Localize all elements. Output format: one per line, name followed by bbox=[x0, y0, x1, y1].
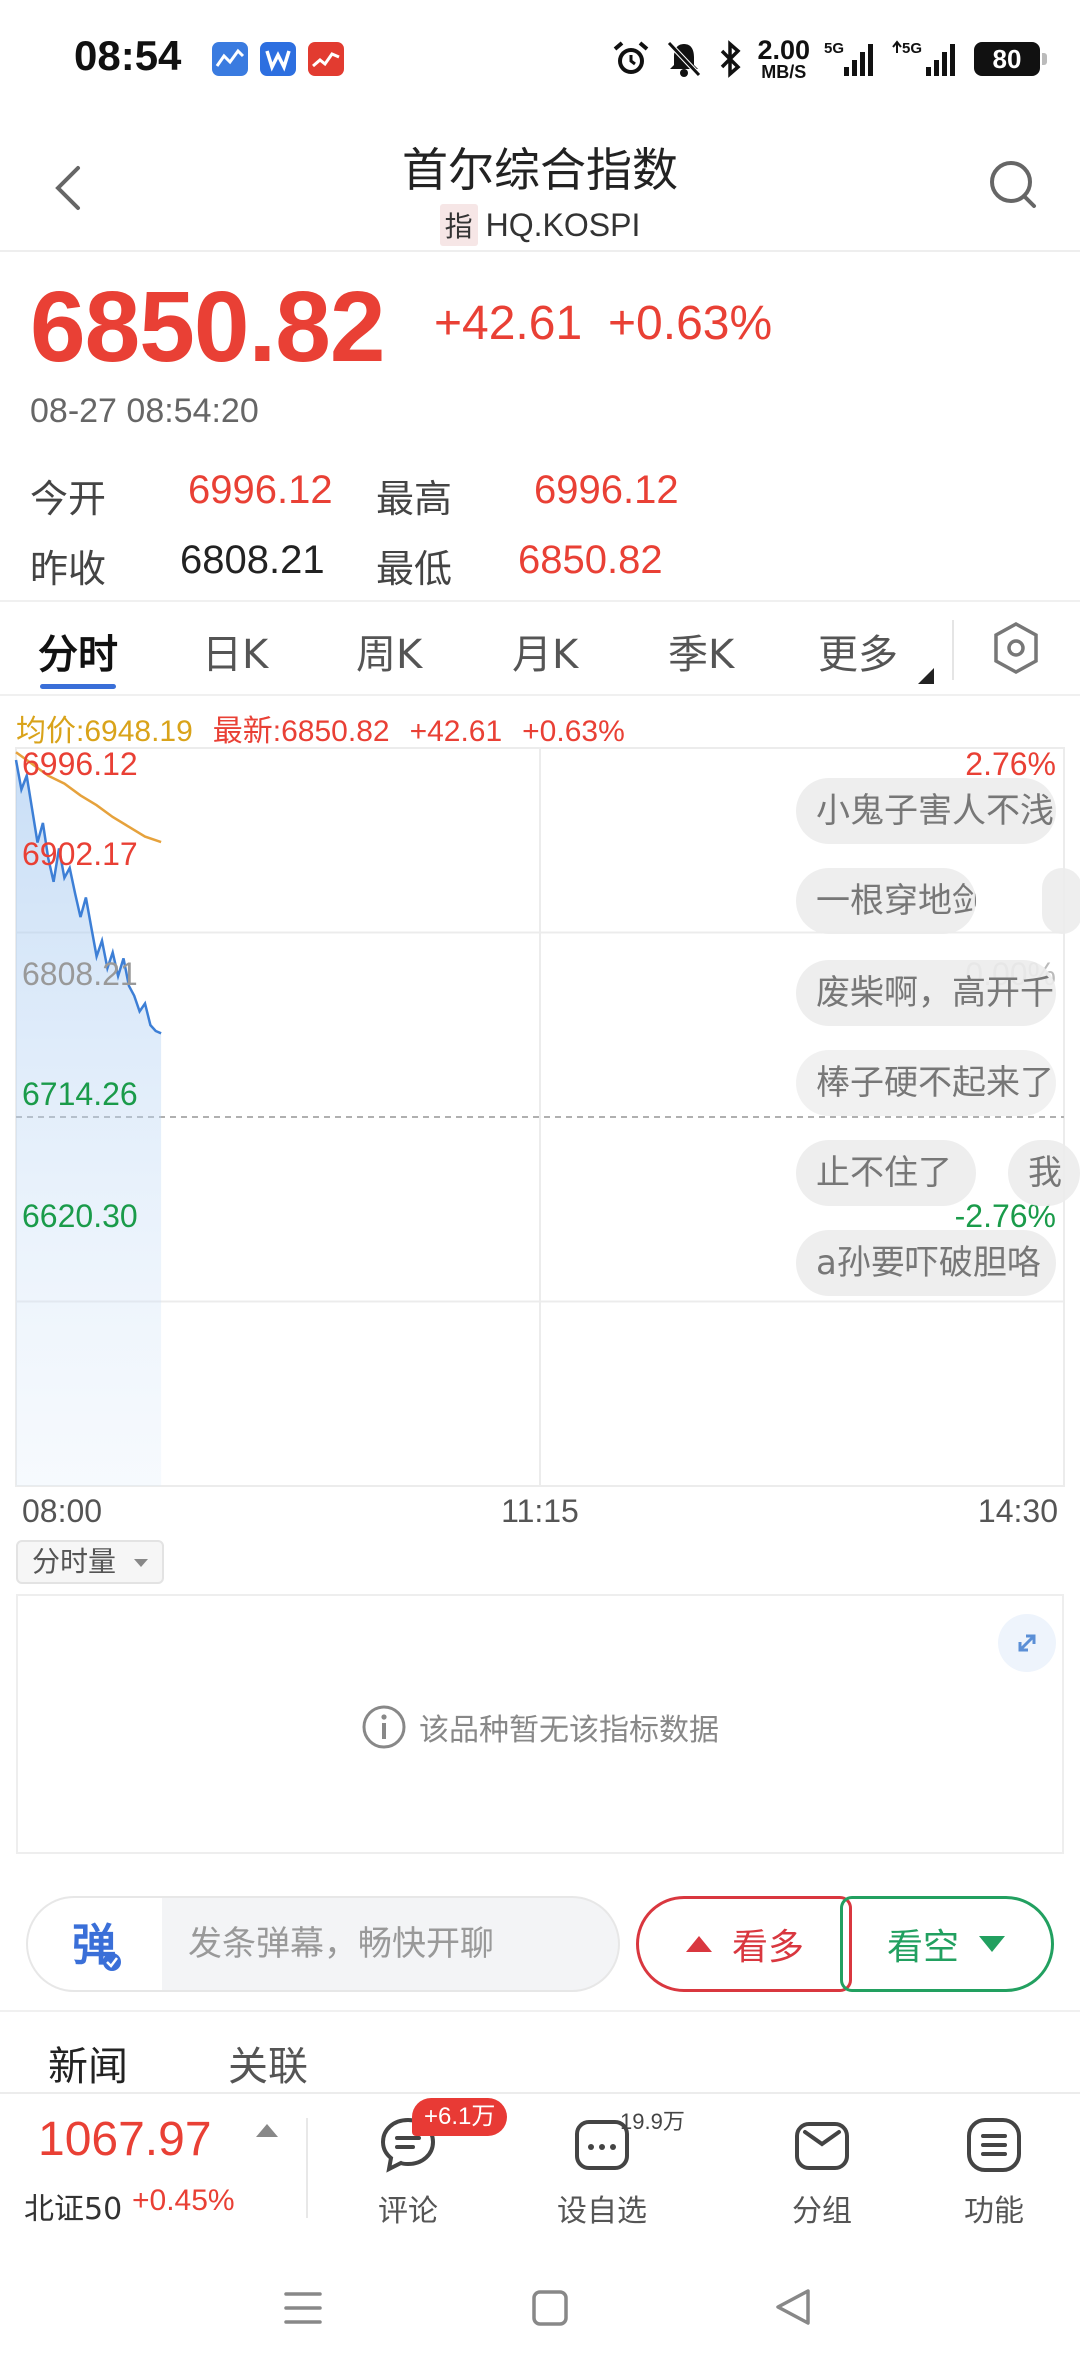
danmaku-bubble[interactable]: 止不住了 bbox=[796, 1140, 976, 1206]
ticker-code: HQ.KOSPI bbox=[485, 206, 641, 243]
news-tabs: 新闻 关联 bbox=[0, 2010, 1080, 2100]
function-button[interactable]: 功能 bbox=[934, 2114, 1054, 2230]
danmaku-bubble[interactable]: 棒子硬不起来了 bbox=[796, 1050, 1056, 1116]
svg-text:5G: 5G bbox=[824, 40, 844, 57]
tab-daily-k[interactable]: 日K bbox=[202, 622, 268, 680]
status-time: 08:54 bbox=[74, 32, 182, 79]
nav-header: 首尔综合指数 指 HQ.KOSPI bbox=[0, 118, 1080, 252]
open-label: 今开 bbox=[30, 477, 107, 521]
status-bar: 08:54 2.00 MB/S 5G 5G 80 bbox=[0, 0, 1080, 118]
page-title: 首尔综合指数 bbox=[402, 143, 678, 197]
signal-5g-2-icon: 5G bbox=[892, 40, 955, 76]
system-nav-bar bbox=[0, 2250, 1080, 2376]
comment-count-badge: +6.1万 bbox=[412, 2098, 508, 2136]
y-axis-label: 6620.30 bbox=[22, 1198, 138, 1234]
tab-more[interactable]: 更多 bbox=[818, 622, 898, 680]
bearish-button[interactable]: 看空 bbox=[840, 1896, 1054, 1992]
danmaku-bubble[interactable]: 一根穿地剑 bbox=[796, 868, 976, 934]
battery-indicator: 80 bbox=[974, 42, 1047, 76]
tab-news[interactable]: 新闻 bbox=[48, 2034, 128, 2092]
prev-close-value: 6808.21 bbox=[180, 538, 325, 582]
price-change: +42.61 bbox=[434, 297, 583, 350]
bar-divider bbox=[306, 2118, 308, 2218]
app-stock-icon bbox=[308, 42, 344, 76]
bullish-button[interactable]: 看多 bbox=[636, 1896, 852, 1992]
app-w-icon bbox=[260, 42, 296, 76]
danmaku-bubble-partial[interactable] bbox=[1042, 868, 1080, 934]
group-button[interactable]: 分组 bbox=[762, 2114, 882, 2230]
quote-datetime: 08-27 08:54:20 bbox=[30, 392, 259, 430]
volume-indicator-select[interactable]: 分时量 bbox=[16, 1540, 164, 1584]
info-icon bbox=[362, 1705, 406, 1749]
app-chart-icon bbox=[212, 42, 248, 76]
tab-quarterly-k[interactable]: 季K bbox=[668, 622, 734, 680]
y-axis-label: 6996.12 bbox=[22, 746, 138, 782]
y-axis-label: 6902.17 bbox=[22, 836, 138, 872]
y-axis-percent-label: 2.76% bbox=[965, 746, 1056, 782]
tab-divider bbox=[952, 620, 954, 680]
x-axis-label: 08:00 bbox=[22, 1493, 102, 1529]
danmaku-bubble[interactable]: 小鬼子害人不浅 bbox=[796, 778, 1056, 844]
index-tag: 指 bbox=[439, 204, 478, 246]
bluetooth-icon bbox=[721, 40, 741, 78]
danmaku-bubble[interactable]: 我 bbox=[1008, 1140, 1080, 1206]
danmaku-bubble[interactable]: 废柴啊，高开千 bbox=[796, 960, 1056, 1026]
tab-weekly-k[interactable]: 周K bbox=[356, 622, 422, 680]
caret-down-icon bbox=[979, 1936, 1005, 1952]
prev-close-label: 昨收 bbox=[30, 547, 107, 591]
home-icon[interactable] bbox=[530, 2288, 570, 2328]
x-axis-label: 11:15 bbox=[501, 1493, 579, 1529]
back-nav-icon[interactable] bbox=[772, 2286, 814, 2328]
svg-text:5G: 5G bbox=[902, 40, 922, 57]
no-data-message: 该品种暂无该指标数据 bbox=[18, 1704, 1062, 1750]
y-axis-label: 6714.26 bbox=[22, 1076, 138, 1112]
ticker-percent: +0.45% bbox=[132, 2184, 235, 2217]
chevron-down-icon bbox=[134, 1559, 148, 1567]
tab-intraday[interactable]: 分时 bbox=[38, 622, 118, 680]
net-speed: 2.00 MB/S bbox=[757, 35, 810, 82]
high-label: 最高 bbox=[376, 477, 453, 521]
danmaku-bubble[interactable]: a孙要吓破胆咯 bbox=[796, 1230, 1056, 1296]
bottom-action-bar: 1067.97 北证50 +0.45% 评论 设自选 分组 功能 bbox=[0, 2092, 1080, 2242]
low-value: 6850.82 bbox=[518, 538, 663, 582]
price-change-percent: +0.63% bbox=[608, 297, 773, 350]
recent-apps-icon[interactable] bbox=[282, 2288, 324, 2328]
watchlist-count: 19.9万 bbox=[620, 2109, 685, 2134]
security-code: 指 HQ.KOSPI bbox=[0, 204, 1080, 246]
bag-icon bbox=[795, 2122, 849, 2170]
ticker-price: 1067.97 bbox=[38, 2113, 212, 2166]
tab-active-indicator bbox=[40, 684, 116, 689]
caret-up-icon bbox=[685, 1936, 712, 1952]
x-axis-label: 14:30 bbox=[978, 1493, 1058, 1529]
high-value: 6996.12 bbox=[534, 468, 679, 512]
danmu-input[interactable]: 发条弹幕，畅快开聊 bbox=[162, 1896, 620, 1992]
chart-grid bbox=[15, 747, 1065, 1487]
volume-panel: 该品种暂无该指标数据 bbox=[16, 1594, 1064, 1854]
signal-5g-icon: 5G bbox=[824, 40, 873, 76]
tab-related[interactable]: 关联 bbox=[228, 2034, 308, 2092]
alarm-icon bbox=[614, 41, 649, 74]
mute-bell-icon bbox=[667, 41, 702, 77]
search-icon[interactable] bbox=[984, 156, 1044, 216]
comment-input-row: 弹 发条弹幕，畅快开聊 看多 看空 bbox=[0, 1880, 1080, 2010]
tab-monthly-k[interactable]: 月K bbox=[512, 622, 578, 680]
expand-icon[interactable] bbox=[998, 1614, 1056, 1672]
triangle-up-icon bbox=[256, 2124, 278, 2137]
current-price: 6850.82 bbox=[30, 271, 385, 383]
y-axis-label: 6808.21 bbox=[22, 956, 138, 992]
ticker-name: 北证50 bbox=[24, 2192, 123, 2227]
menu-icon bbox=[967, 2118, 1021, 2172]
more-dropdown-icon bbox=[918, 668, 934, 684]
hexagon-settings-icon[interactable] bbox=[990, 620, 1042, 676]
danmu-toggle-button[interactable]: 弹 bbox=[26, 1896, 162, 1992]
open-value: 6996.12 bbox=[188, 468, 333, 512]
low-label: 最低 bbox=[376, 547, 453, 591]
